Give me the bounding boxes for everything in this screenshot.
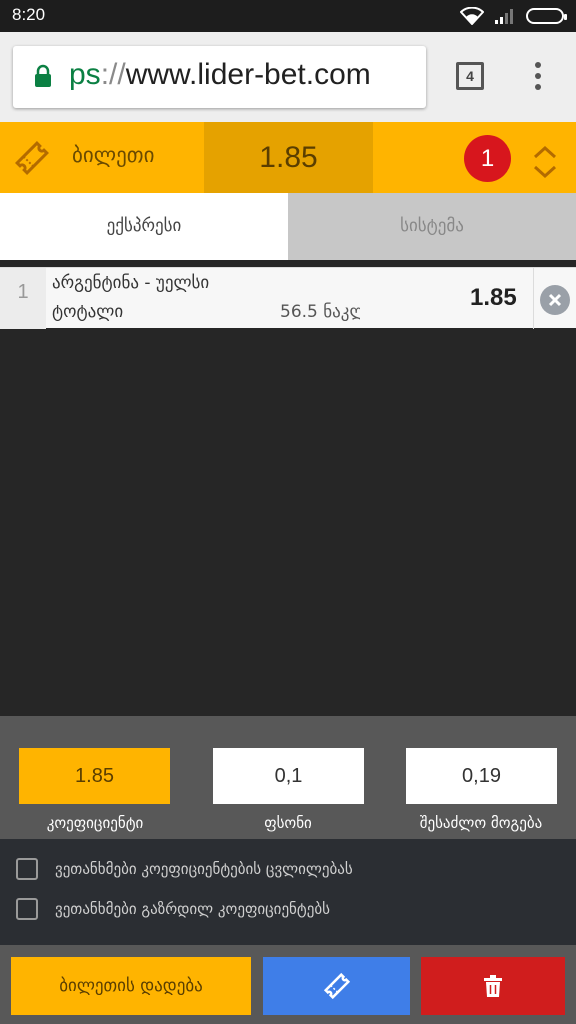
bet-market: ტოტალი (52, 302, 124, 322)
tab-express[interactable]: ექსპრესი (0, 193, 288, 260)
status-icons (460, 6, 567, 26)
ticket-icon (323, 972, 350, 1000)
stake-input[interactable]: 0,1 (213, 748, 364, 804)
ticket-title: ბილეთი (72, 143, 155, 167)
stake-label: ფსონი (264, 814, 312, 832)
url-scheme: ps (69, 58, 101, 91)
bet-index: 1 (0, 268, 46, 329)
url-host: www.lider-bet.com (125, 58, 371, 91)
accept-increased-label: ვეთანხმები გაზრდილ კოეფიციენტებს (55, 900, 330, 918)
status-time: 8:20 (12, 5, 46, 24)
place-bet-button[interactable]: ბილეთის დადება (11, 957, 251, 1015)
accept-increased-option[interactable]: ვეთანხმები გაზრდილ კოეფიციენტებს (16, 897, 330, 921)
tab-system[interactable]: სისტემა (288, 193, 576, 260)
options-section: ვეთანხმები კოეფიციენტების ცვლილებას ვეთა… (0, 839, 576, 945)
url-text: ps://www.lider-bet.com (69, 58, 371, 92)
ticket-button[interactable] (263, 957, 410, 1015)
expand-collapse-icon[interactable] (532, 144, 558, 180)
selection-count-badge: 1 (464, 135, 511, 182)
possible-win-display: 0,19 (406, 748, 557, 804)
ticket-icon (15, 141, 49, 175)
possible-win-label: შესაძლო მოგება (419, 814, 543, 832)
bet-type-tabs: ექსპრესი სისტემა (0, 193, 576, 260)
divider (533, 268, 534, 329)
address-bar[interactable]: ps://www.lider-bet.com (13, 46, 426, 108)
action-bar: ბილეთის დადება (0, 945, 576, 1024)
bet-odds: 1.85 (470, 284, 517, 311)
browser-menu-icon[interactable] (530, 62, 546, 92)
odds-label: კოეფიციენტი (46, 814, 144, 832)
bet-slip-panel: 1.85 0,1 0,19 კოეფიციენტი ფსონი შესაძლო … (0, 716, 576, 1024)
odds-display: 1.85 (19, 748, 170, 804)
accept-changes-checkbox[interactable] (16, 858, 38, 880)
accept-changes-label: ვეთანხმები კოეფიციენტების ცვლილებას (55, 860, 353, 878)
accept-increased-checkbox[interactable] (16, 898, 38, 920)
close-icon (548, 293, 562, 307)
delete-bets-button[interactable] (421, 957, 565, 1015)
remove-bet-button[interactable] (540, 285, 570, 315)
tab-switcher-button[interactable]: 4 (456, 62, 484, 90)
trash-icon (484, 975, 502, 997)
wifi-icon (460, 7, 484, 25)
bet-line: 56.5 ნაკლები (280, 302, 360, 322)
url-separator: :// (100, 58, 126, 91)
signal-icon (495, 9, 513, 24)
bet-row: 1 არგენტინა - უელსი ტოტალი 56.5 ნაკლები … (0, 267, 576, 329)
battery-icon (526, 8, 567, 24)
total-odds: 1.85 (204, 122, 373, 193)
ticket-header[interactable]: ბილეთი 1.85 1 (0, 122, 576, 193)
browser-toolbar: ps://www.lider-bet.com 4 (0, 32, 576, 122)
accept-changes-option[interactable]: ვეთანხმები კოეფიციენტების ცვლილებას (16, 857, 353, 881)
status-bar: 8:20 (0, 0, 576, 32)
bet-match: არგენტინა - უელსი (52, 273, 210, 293)
lock-icon (35, 64, 51, 87)
